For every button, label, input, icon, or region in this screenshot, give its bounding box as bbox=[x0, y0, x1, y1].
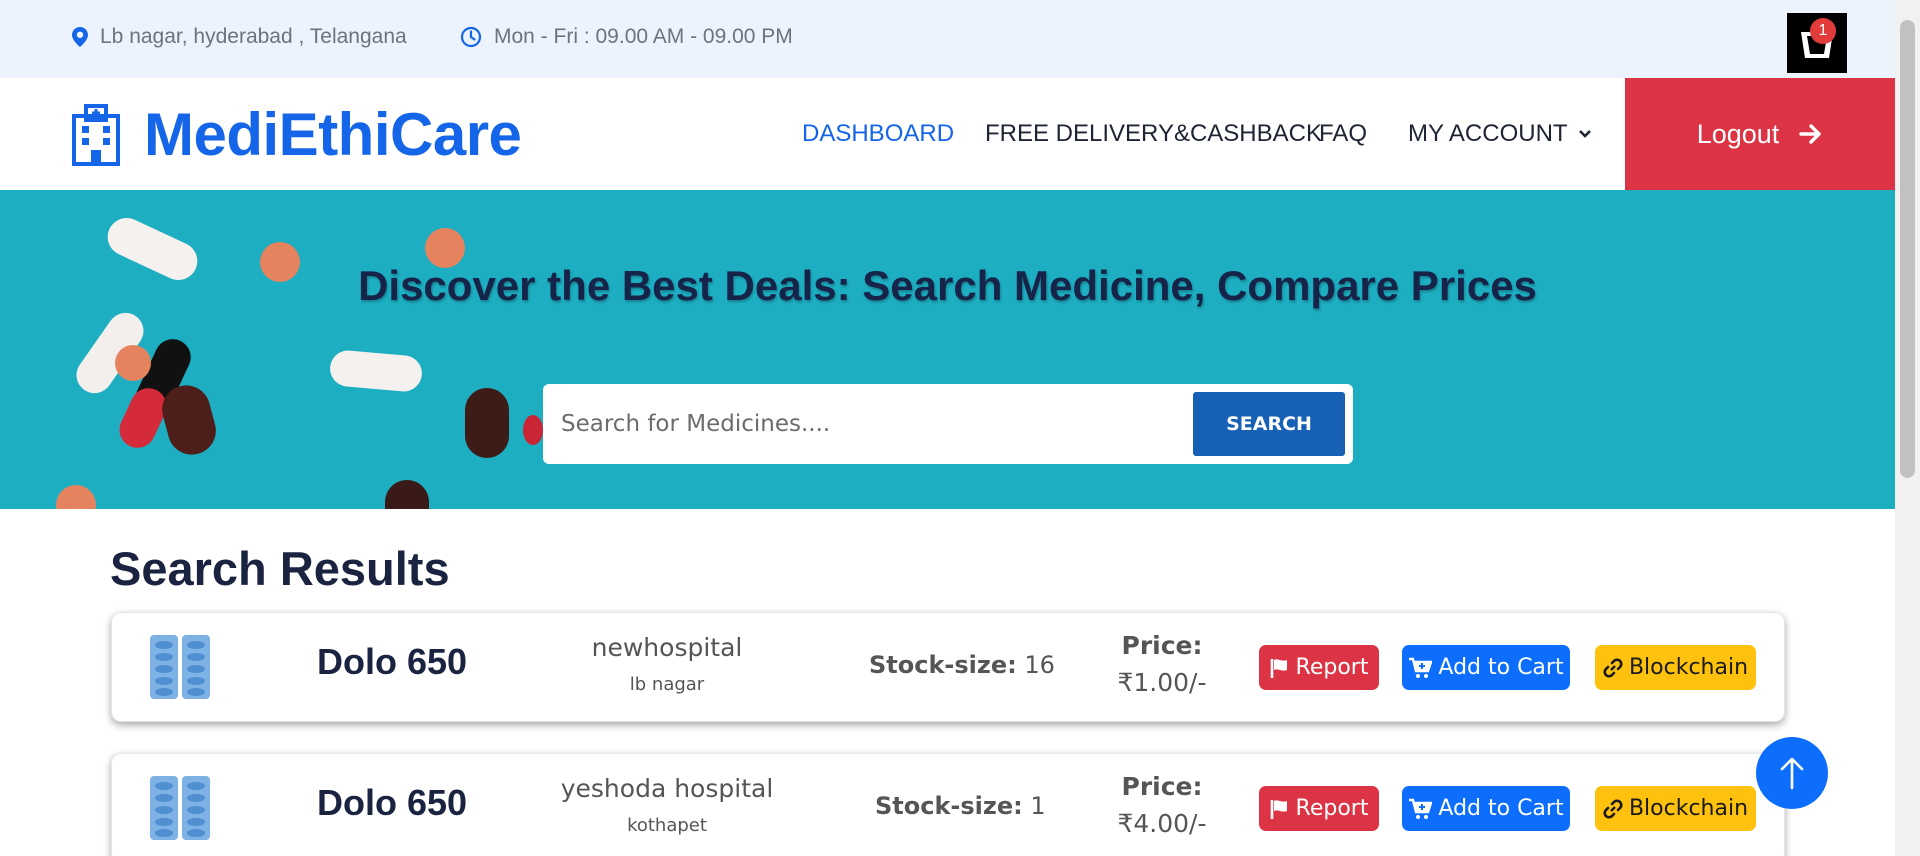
blockchain-button[interactable]: Blockchain bbox=[1595, 645, 1756, 690]
report-button[interactable]: Report bbox=[1259, 786, 1379, 831]
page-scrollbar[interactable] bbox=[1895, 0, 1920, 856]
decor-pill bbox=[328, 349, 424, 393]
hero-banner: Discover the Best Deals: Search Medicine… bbox=[0, 190, 1895, 509]
hospital-icon bbox=[72, 103, 120, 166]
report-label: Report bbox=[1295, 796, 1369, 821]
search-form: SEARCH bbox=[543, 384, 1353, 464]
price-label: Price: bbox=[1121, 631, 1203, 660]
brand-logo[interactable]: MediEthiCare bbox=[70, 100, 522, 169]
hero-title: Discover the Best Deals: Search Medicine… bbox=[358, 262, 1537, 309]
location-text: Lb nagar, hyderabad , Telangana bbox=[100, 25, 407, 48]
stock-value: 16 bbox=[1024, 651, 1055, 679]
hospital-name: yeshoda hospital bbox=[560, 774, 774, 803]
price-info: Price: ₹1.00/- bbox=[1102, 631, 1222, 697]
medicine-strip-icon bbox=[150, 776, 210, 840]
stock-info: Stock-size: 1 bbox=[875, 792, 1046, 820]
brand-name: MediEthiCare bbox=[144, 101, 522, 168]
stock-info: Stock-size: 16 bbox=[869, 651, 1055, 679]
search-button[interactable]: SEARCH bbox=[1193, 392, 1345, 456]
hospital-info: newhospital lb nagar bbox=[542, 633, 792, 695]
nav-faq[interactable]: FAQ bbox=[1319, 120, 1367, 148]
clock-icon bbox=[460, 26, 482, 48]
price-info: Price: ₹4.00/- bbox=[1102, 772, 1222, 838]
add-to-cart-button[interactable]: Add to Cart bbox=[1402, 786, 1570, 831]
stock-label: Stock-size: bbox=[875, 792, 1023, 820]
flag-icon bbox=[1270, 658, 1287, 678]
logout-button[interactable]: Logout bbox=[1625, 78, 1895, 190]
main-navbar: MediEthiCare DASHBOARD FREE DELIVERY&CAS… bbox=[0, 78, 1895, 190]
chevron-down-icon bbox=[1578, 130, 1591, 138]
logout-label: Logout bbox=[1696, 118, 1780, 149]
location-pin-icon bbox=[72, 27, 88, 47]
link-icon bbox=[1603, 798, 1623, 819]
scrollbar-thumb[interactable] bbox=[1900, 20, 1915, 478]
flag-icon bbox=[1270, 799, 1287, 819]
results-title: Search Results bbox=[110, 542, 450, 595]
decor-pill bbox=[115, 345, 151, 381]
stock-value: 1 bbox=[1030, 792, 1046, 820]
hours-info: Mon - Fri : 09.00 AM - 09.00 PM bbox=[460, 25, 793, 49]
cart-plus-icon bbox=[1409, 798, 1433, 819]
cart-plus-icon bbox=[1409, 657, 1433, 678]
hours-text: Mon - Fri : 09.00 AM - 09.00 PM bbox=[494, 25, 793, 48]
add-to-cart-button[interactable]: Add to Cart bbox=[1402, 645, 1570, 690]
blockchain-label: Blockchain bbox=[1628, 655, 1749, 680]
report-label: Report bbox=[1295, 655, 1369, 680]
cart-button[interactable]: 1 bbox=[1787, 13, 1847, 73]
medicine-name: Dolo 650 bbox=[317, 782, 468, 823]
search-input[interactable] bbox=[561, 398, 1121, 450]
link-icon bbox=[1603, 657, 1623, 678]
decor-pill bbox=[385, 480, 429, 509]
cart-count-badge: 1 bbox=[1810, 18, 1836, 44]
location-info: Lb nagar, hyderabad , Telangana bbox=[72, 25, 407, 49]
add-to-cart-label: Add to Cart bbox=[1438, 796, 1564, 821]
decor-pill bbox=[523, 415, 543, 445]
nav-my-account[interactable]: MY ACCOUNT bbox=[1408, 120, 1592, 148]
blockchain-label: Blockchain bbox=[1628, 796, 1749, 821]
result-card: Dolo 650 yeshoda hospital kothapet Stock… bbox=[111, 753, 1785, 856]
arrow-right-icon bbox=[1799, 124, 1821, 144]
medicine-strip-icon bbox=[150, 635, 210, 699]
nav-my-account-label: MY ACCOUNT bbox=[1408, 120, 1568, 147]
hospital-info: yeshoda hospital kothapet bbox=[542, 774, 792, 836]
hospital-location: kothapet bbox=[627, 815, 707, 836]
hospital-name: newhospital bbox=[591, 633, 743, 662]
nav-dashboard[interactable]: DASHBOARD bbox=[802, 120, 954, 148]
add-to-cart-label: Add to Cart bbox=[1438, 655, 1564, 680]
decor-pill bbox=[465, 388, 509, 458]
arrow-up-icon bbox=[1780, 757, 1804, 790]
stock-label: Stock-size: bbox=[869, 651, 1017, 679]
decor-pill bbox=[56, 485, 96, 509]
blockchain-button[interactable]: Blockchain bbox=[1595, 786, 1756, 831]
nav-free-delivery[interactable]: FREE DELIVERY&CASHBACK bbox=[985, 120, 1322, 148]
hospital-location: lb nagar bbox=[629, 674, 705, 695]
scroll-to-top-button[interactable] bbox=[1756, 737, 1828, 809]
price-value: ₹4.00/- bbox=[1117, 809, 1207, 838]
report-button[interactable]: Report bbox=[1259, 645, 1379, 690]
top-info-bar: Lb nagar, hyderabad , Telangana Mon - Fr… bbox=[0, 0, 1895, 78]
price-value: ₹1.00/- bbox=[1117, 668, 1207, 697]
price-label: Price: bbox=[1121, 772, 1203, 801]
medicine-name: Dolo 650 bbox=[317, 641, 468, 682]
result-card: Dolo 650 newhospital lb nagar Stock-size… bbox=[111, 612, 1785, 722]
